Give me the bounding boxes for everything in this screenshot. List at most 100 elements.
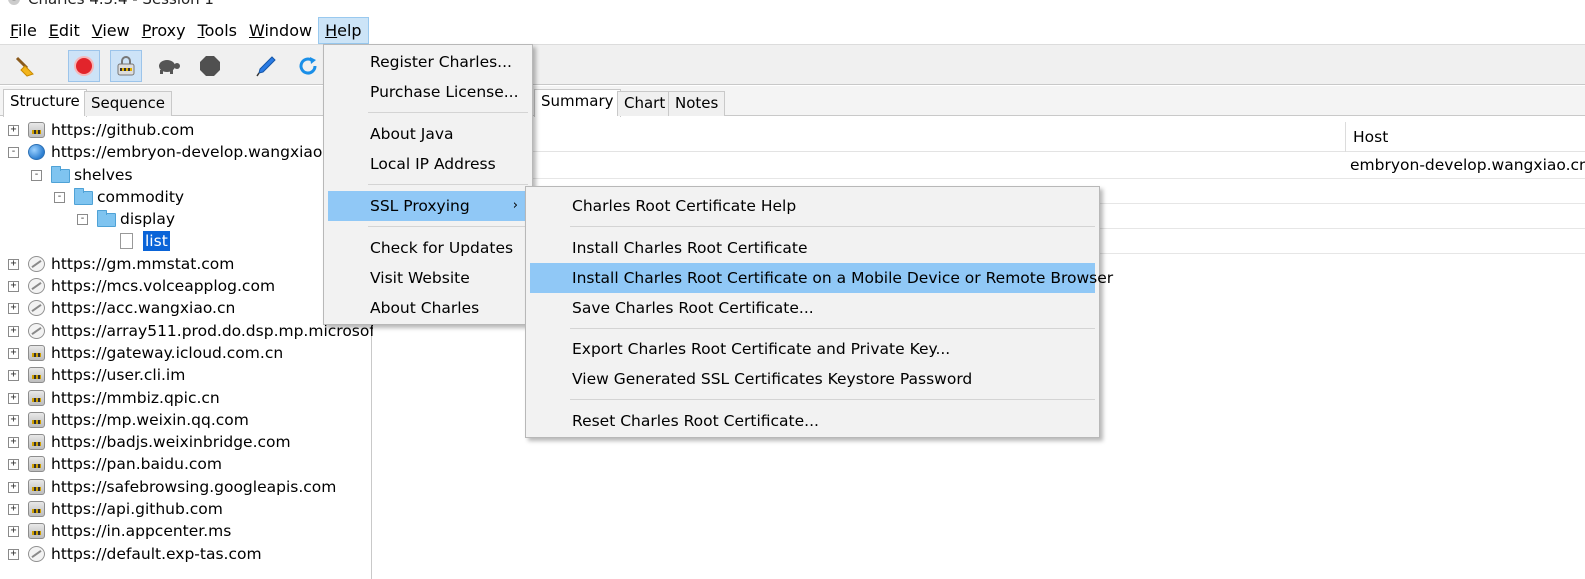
expand-icon[interactable]: +: [8, 325, 19, 337]
expand-icon[interactable]: +: [8, 281, 19, 293]
menu-item-purchase-license[interactable]: Purchase License...: [328, 77, 528, 107]
collapse-icon[interactable]: -: [31, 169, 42, 181]
lock-icon: [28, 523, 45, 540]
menu-help[interactable]: Help: [318, 17, 369, 44]
menu-separator: [368, 184, 528, 185]
menu-item-visit-website[interactable]: Visit Website: [328, 263, 528, 293]
tab-structure[interactable]: Structure: [3, 89, 87, 117]
menu-item-local-ip[interactable]: Local IP Address: [328, 149, 528, 179]
tree-row[interactable]: + https://array511.prod.do.dsp.mp.microso…: [0, 320, 386, 342]
menu-tools[interactable]: Tools: [192, 17, 243, 44]
menu-item-install-root-cert[interactable]: Install Charles Root Certificate: [530, 233, 1095, 263]
tab-notes[interactable]: Notes: [668, 91, 726, 116]
menu-item-view-keystore-password[interactable]: View Generated SSL Certificates Keystore…: [530, 364, 1095, 394]
tree-row[interactable]: + https://api.github.com: [0, 498, 372, 520]
tree-row[interactable]: + https://safebrowsing.googleapis.com: [0, 476, 372, 498]
tree-row-label: https://mp.weixin.qq.com: [51, 410, 249, 429]
menu-item-register[interactable]: Register Charles...: [328, 47, 528, 77]
folder-icon: [74, 187, 93, 205]
tab-chart[interactable]: Chart: [617, 91, 673, 116]
menu-item-root-cert-help[interactable]: Charles Root Certificate Help: [530, 191, 1095, 221]
tree-row-label: https://default.exp-tas.com: [51, 544, 262, 563]
expand-icon[interactable]: +: [8, 437, 19, 449]
expand-icon[interactable]: +: [8, 526, 19, 538]
tree-row-label: https://embryon-develop.wangxiao.cn: [51, 143, 346, 162]
tab-summary[interactable]: Summary: [534, 89, 621, 117]
menu-item-install-root-cert-mobile[interactable]: Install Charles Root Certificate on a Mo…: [530, 263, 1113, 293]
blocked-icon: [28, 278, 45, 295]
column-header: Host: [373, 122, 1585, 152]
folder-icon: [97, 210, 116, 228]
expand-icon[interactable]: +: [8, 548, 19, 560]
tree-row[interactable]: - shelves: [0, 164, 372, 186]
tree-row[interactable]: + https://default.exp-tas.com: [0, 543, 372, 565]
tree-row-label: https://gateway.icloud.com.cn: [51, 343, 284, 362]
menu-edit[interactable]: Edit: [43, 17, 86, 44]
expand-icon[interactable]: +: [8, 459, 19, 471]
tree-row[interactable]: + https://github.com: [0, 119, 372, 141]
tree-row[interactable]: + https://mp.weixin.qq.com: [0, 409, 372, 431]
collapse-icon[interactable]: -: [8, 147, 19, 159]
chevron-right-icon: ›: [512, 198, 518, 213]
tree-row-label: https://gm.mmstat.com: [51, 254, 235, 273]
tree-row[interactable]: + https://gm.mmstat.com: [0, 253, 372, 275]
tree-row-label: https://acc.wangxiao.cn: [51, 299, 236, 318]
expand-icon[interactable]: +: [8, 392, 19, 404]
broom-icon[interactable]: [9, 50, 41, 82]
menu-separator: [570, 328, 1095, 329]
menu-file[interactable]: File: [4, 17, 43, 44]
tree-row[interactable]: + https://acc.wangxiao.cn: [0, 297, 372, 319]
menu-item-reset-root-cert[interactable]: Reset Charles Root Certificate...: [530, 406, 1095, 436]
expand-icon[interactable]: +: [8, 125, 19, 136]
tree-row[interactable]: + https://in.appcenter.ms: [0, 520, 372, 542]
menu-item-ssl-proxying-label: SSL Proxying: [370, 197, 470, 215]
expand-icon[interactable]: +: [8, 303, 19, 315]
tree-row[interactable]: + https://gateway.icloud.com.cn: [0, 342, 372, 364]
tree-row[interactable]: list: [0, 230, 372, 252]
ssl-proxying-icon[interactable]: [110, 50, 142, 82]
column-host[interactable]: Host: [1345, 122, 1388, 152]
expand-icon[interactable]: +: [8, 414, 19, 426]
turtle-throttle-icon[interactable]: [152, 50, 184, 82]
expand-icon[interactable]: +: [8, 258, 19, 270]
pen-compose-icon[interactable]: [250, 50, 282, 82]
tree-row[interactable]: + https://mcs.volceapplog.com: [0, 275, 372, 297]
menu-item-ssl-proxying[interactable]: SSL Proxying ›: [328, 191, 528, 221]
row-divider: [373, 178, 1585, 179]
menu-item-check-updates[interactable]: Check for Updates: [328, 233, 528, 263]
tree-row-label: commodity: [97, 187, 185, 206]
collapse-icon[interactable]: -: [77, 214, 88, 226]
menu-item-about-charles[interactable]: About Charles: [328, 293, 528, 323]
charles-app-icon: [8, 0, 20, 5]
expand-icon[interactable]: +: [8, 504, 19, 516]
tree-row[interactable]: - commodity: [0, 186, 372, 208]
stop-breakpoints-icon[interactable]: [194, 50, 226, 82]
tree-row[interactable]: + https://badjs.weixinbridge.com: [0, 431, 372, 453]
menu-file-rest: ile: [18, 21, 37, 40]
refresh-icon[interactable]: [292, 50, 324, 82]
host-value: embryon-develop.wangxiao.cn: [1350, 156, 1585, 174]
menu-proxy[interactable]: Proxy: [136, 17, 192, 44]
menu-separator: [570, 399, 1095, 400]
tree-row[interactable]: - display: [0, 208, 372, 230]
collapse-icon[interactable]: -: [54, 191, 65, 203]
menu-item-save-root-cert[interactable]: Save Charles Root Certificate...: [530, 293, 1095, 323]
record-icon[interactable]: [68, 50, 100, 82]
tree-row[interactable]: + https://pan.baidu.com: [0, 453, 372, 475]
tree-row[interactable]: + https://user.cli.im: [0, 364, 372, 386]
menu-item-about-java[interactable]: About Java: [328, 119, 528, 149]
blocked-icon: [28, 300, 45, 317]
lock-icon: [28, 367, 45, 384]
menu-view[interactable]: View: [86, 17, 136, 44]
tree-row-label: https://mcs.volceapplog.com: [51, 277, 276, 296]
tree-row[interactable]: + https://mmbiz.qpic.cn: [0, 387, 372, 409]
menu-item-export-root-cert[interactable]: Export Charles Root Certificate and Priv…: [530, 334, 1095, 364]
window-title-bar: Charles 4.5.4 - Session 1 *: [0, 0, 1585, 8]
expand-icon[interactable]: +: [8, 370, 19, 382]
globe-icon: [28, 144, 45, 161]
tab-sequence[interactable]: Sequence: [84, 91, 172, 116]
menu-window[interactable]: Window: [243, 17, 318, 44]
tree-row[interactable]: - https://embryon-develop.wangxiao.cn: [0, 141, 372, 163]
expand-icon[interactable]: +: [8, 347, 19, 359]
expand-icon[interactable]: +: [8, 481, 19, 493]
